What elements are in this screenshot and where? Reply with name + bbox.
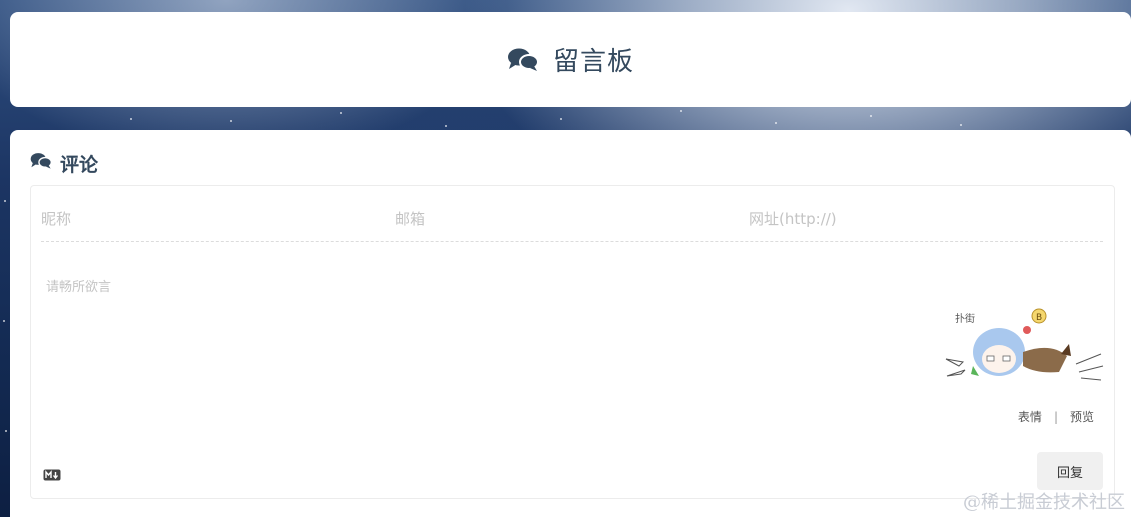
emoji-button[interactable]: 表情 [1018, 408, 1042, 425]
action-separator: | [1053, 409, 1058, 424]
section-title: 评论 [30, 150, 98, 177]
comment-card: 评论 昵称 邮箱 网址(http://) 请畅所欲言 扑街 B 表情 | 预览 … [10, 130, 1131, 517]
anime-mascot-icon: 扑街 B [941, 304, 1106, 390]
preview-button[interactable]: 预览 [1070, 408, 1094, 425]
comment-textarea[interactable]: 请畅所欲言 [46, 276, 111, 295]
markdown-icon[interactable] [43, 466, 61, 485]
email-input[interactable]: 邮箱 [395, 196, 749, 241]
reply-button[interactable]: 回复 [1037, 452, 1103, 490]
editor-actions: 表情 | 预览 [1018, 408, 1094, 425]
comment-form: 昵称 邮箱 网址(http://) 请畅所欲言 扑街 B 表情 | 预览 回复 [30, 185, 1115, 499]
comments-icon [30, 152, 52, 175]
header-card: 留言板 [10, 12, 1131, 107]
website-input[interactable]: 网址(http://) [749, 196, 1103, 241]
comments-icon [507, 47, 539, 73]
nickname-input[interactable]: 昵称 [41, 196, 395, 241]
mascot-text: 扑街 [955, 312, 975, 325]
svg-text:B: B [1036, 313, 1042, 323]
page-title: 留言板 [552, 47, 634, 77]
meta-fields: 昵称 邮箱 网址(http://) [41, 196, 1103, 242]
section-title-label: 评论 [60, 154, 99, 176]
watermark: @稀土掘金技术社区 [963, 492, 1125, 513]
